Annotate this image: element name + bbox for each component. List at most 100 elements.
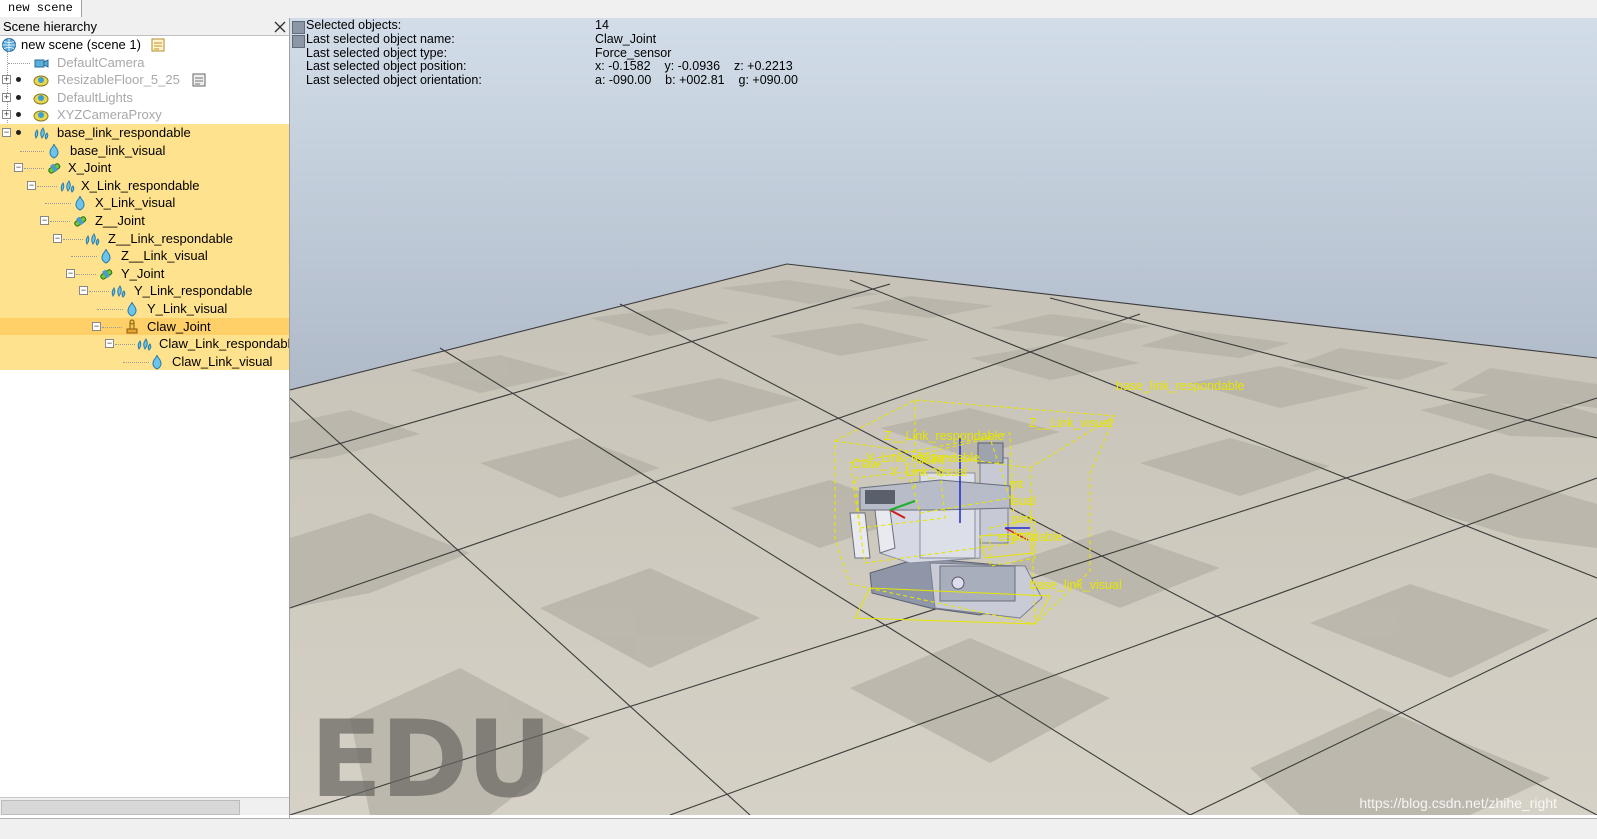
tree-item-label: Y_Link_respondable — [134, 283, 253, 299]
tree-item-label: Claw_Link_respondable — [159, 336, 289, 352]
tree-item-label: DefaultCamera — [57, 54, 145, 70]
scene-label-y-link-visual: Y_Link_visual — [890, 465, 967, 479]
tree-item-resizablefloor[interactable]: + ResizableFloor_5_25 — [0, 71, 289, 89]
expand-plus-icon[interactable]: + — [2, 75, 11, 85]
collapse-minus-icon[interactable]: − — [14, 163, 23, 173]
tree-item-label: Y_Joint — [121, 265, 165, 281]
model-icon — [33, 93, 49, 105]
respondable-shape-icon — [85, 232, 100, 246]
visual-shape-icon — [75, 196, 85, 211]
visibility-dot-icon[interactable] — [16, 94, 21, 100]
tree-item-label: new scene (scene 1) — [21, 37, 141, 52]
respondable-shape-icon — [111, 285, 126, 299]
scene-viewport[interactable]: base_link_respondable Z__Link_visual Z__… — [290, 18, 1597, 815]
visual-shape-icon — [49, 143, 59, 159]
scene-label-visual: isual — [1010, 494, 1036, 508]
scene-label-z-link-respondable: Z__Link_respondable — [884, 429, 1004, 443]
info-toggle-button[interactable] — [292, 35, 305, 48]
tree-item-scene[interactable]: new scene (scene 1) — [0, 36, 289, 54]
horizontal-scrollbar[interactable] — [0, 797, 289, 815]
visibility-dot-icon[interactable] — [16, 112, 21, 118]
scene-hierarchy-header: Scene hierarchy — [0, 18, 289, 36]
model-icon — [33, 75, 49, 87]
tree-item-defaultlights[interactable]: + DefaultLights — [0, 89, 289, 107]
camera-icon — [34, 58, 49, 68]
joint-icon — [48, 163, 61, 174]
scene-label-espondable: espondable — [998, 530, 1063, 544]
tree-item-label: Z__Joint — [95, 213, 145, 228]
respondable-shape-icon — [34, 127, 49, 140]
tree-item-claw-link-visual[interactable]: Claw_Link_visual — [0, 352, 289, 371]
tab-new-scene[interactable]: new scene — [0, 0, 82, 17]
scene-render: base_link_respondable Z__Link_visual Z__… — [290, 18, 1597, 815]
scene-label-joint2: int — [1010, 477, 1024, 491]
collapse-minus-icon[interactable]: − — [92, 321, 101, 331]
collapse-minus-icon[interactable]: − — [27, 180, 36, 190]
respondable-shape-icon — [137, 338, 152, 351]
scene-hierarchy-panel: Scene hierarchy new scene (scene 1) Defa… — [0, 18, 290, 818]
tree-item-y-joint[interactable]: − Y_Joint — [0, 264, 289, 283]
info-value-object-orientation: a: -090.00 b: +002.81 g: +090.00 — [595, 73, 798, 88]
tree-item-y-link-visual[interactable]: Y_Link_visual — [0, 300, 289, 318]
scene-hierarchy-title: Scene hierarchy — [3, 19, 97, 34]
model-icon — [33, 110, 49, 122]
joint-icon — [100, 269, 113, 280]
tree-item-x-link-respondable[interactable]: − X_Link_respondable — [0, 176, 289, 195]
blog-url-watermark: https://blog.csdn.net/zhihe_right — [1359, 795, 1557, 811]
tree-item-base-link-visual[interactable]: base_link_visual — [0, 141, 289, 160]
visual-shape-icon — [101, 249, 111, 264]
tree-item-label: ResizableFloor_5_25 — [57, 72, 180, 88]
edu-watermark: EDU — [310, 698, 552, 815]
collapse-minus-icon[interactable]: − — [66, 268, 75, 278]
collapse-minus-icon[interactable]: − — [2, 128, 11, 137]
tree-item-label: X_Joint — [68, 160, 112, 176]
info-toggle-button[interactable] — [292, 21, 305, 34]
tree-item-label: Y_Link_visual — [147, 301, 228, 316]
force-sensor-icon — [126, 319, 138, 334]
tree-item-label: Claw_Joint — [147, 318, 211, 334]
scrollbar-thumb[interactable] — [1, 800, 240, 815]
tree-item-label: DefaultLights — [57, 89, 133, 105]
tree-item-x-joint[interactable]: − X_Joint — [0, 159, 289, 177]
tree-item-label: base_link_respondable — [57, 125, 191, 140]
collapse-minus-icon[interactable]: − — [40, 216, 49, 225]
tree-item-label: Z__Link_respondable — [108, 230, 234, 246]
tree-item-label: Claw_Link_visual — [172, 353, 273, 369]
collapse-minus-icon[interactable]: − — [79, 286, 88, 296]
tree-item-z-link-respondable[interactable]: − Z__Link_respondable — [0, 229, 289, 248]
tree-item-y-link-respondable[interactable]: − Y_Link_respondable — [0, 282, 289, 300]
scene-label-claw: Claw_ — [852, 457, 888, 471]
tree-item-claw-link-respondable[interactable]: − Claw_Link_respondable — [0, 335, 289, 353]
globe-icon — [2, 38, 16, 52]
tree-item-label: X_Link_visual — [95, 195, 176, 211]
script-icon[interactable] — [191, 72, 207, 88]
visibility-dot-icon[interactable] — [16, 130, 21, 135]
scene-label-joint: Joint — [918, 453, 945, 467]
info-value-selected-objects: 14 — [595, 18, 609, 32]
tree-item-claw-joint[interactable]: − Claw_Joint — [0, 317, 289, 336]
tree-item-defaultcamera[interactable]: DefaultCamera — [0, 54, 289, 72]
tab-strip: new scene — [0, 0, 1597, 19]
info-value-object-name: Claw_Joint — [595, 31, 657, 46]
close-icon[interactable] — [274, 18, 286, 35]
tree-item-z-link-visual[interactable]: Z__Link_visual — [0, 247, 289, 265]
expand-plus-icon[interactable]: + — [2, 110, 11, 120]
expand-plus-icon[interactable]: + — [2, 92, 11, 102]
scene-label-z-link-visual: Z__Link_visual — [1029, 416, 1112, 430]
tree-item-x-link-visual[interactable]: X_Link_visual — [0, 194, 289, 212]
script-icon[interactable] — [150, 37, 166, 53]
info-label-selected-objects: Selected objects: — [306, 18, 402, 32]
tree-item-label: X_Link_respondable — [81, 177, 200, 193]
tree-item-z-joint[interactable]: − Z__Joint — [0, 212, 289, 230]
collapse-minus-icon[interactable]: − — [53, 233, 62, 243]
tree-item-label: XYZCameraProxy — [57, 107, 162, 123]
tree-item-label: Z__Link_visual — [121, 248, 208, 264]
tree-item-base-link-respondable[interactable]: − base_link_respondable — [0, 124, 289, 142]
visibility-dot-icon[interactable] — [16, 77, 21, 83]
scene-label-base-link-visual: base_link_visual — [1030, 578, 1122, 592]
tree-item-xyzcameraproxy[interactable]: + XYZCameraProxy — [0, 106, 289, 124]
visual-shape-icon — [127, 301, 137, 317]
joint-icon — [74, 216, 87, 227]
scene-label-base-link-respondable: base_link_respondable — [1116, 379, 1245, 393]
collapse-minus-icon[interactable]: − — [105, 339, 114, 349]
